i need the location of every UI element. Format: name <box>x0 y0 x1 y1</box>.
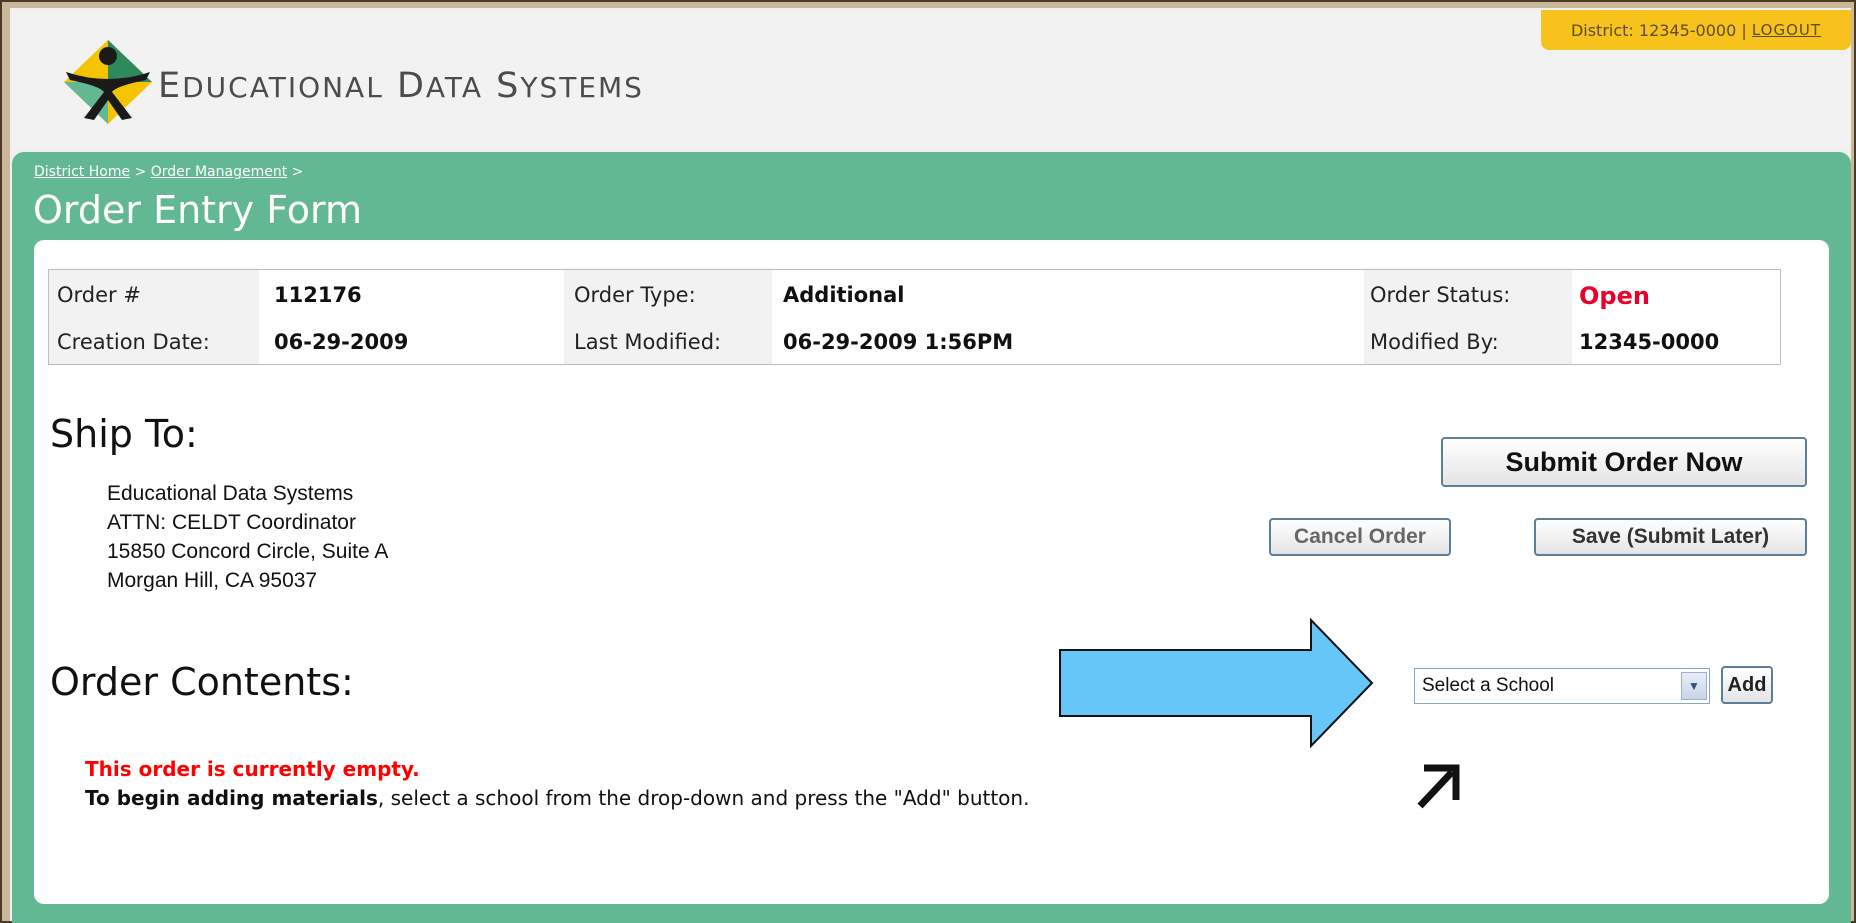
address-line: ATTN: CELDT Coordinator <box>107 511 356 534</box>
empty-order-warning: This order is currently empty. <box>85 757 420 781</box>
logout-link[interactable]: LOGOUT <box>1752 21 1821 39</box>
school-select-value: Select a School <box>1422 675 1555 696</box>
logo-text: EDUCATIONAL DATA SYSTEMS <box>158 66 644 106</box>
order-contents-title: Order Contents: <box>50 660 354 704</box>
order-type-value: Additional <box>783 283 905 307</box>
order-number-label: Order # <box>57 283 141 307</box>
order-type-label: Order Type: <box>574 283 696 307</box>
address-line: 15850 Concord Circle, Suite A <box>107 540 389 563</box>
breadcrumb-separator: > <box>134 164 147 180</box>
address-line: Educational Data Systems <box>107 482 354 505</box>
arrow-right-icon <box>1059 618 1374 748</box>
district-separator: | <box>1741 20 1747 40</box>
order-status-value: Open <box>1579 282 1650 310</box>
order-status-label: Order Status: <box>1370 283 1511 307</box>
page-title: Order Entry Form <box>33 188 362 232</box>
creation-date-label: Creation Date: <box>57 330 210 354</box>
modified-by-label: Modified By: <box>1370 330 1499 354</box>
ship-to-title: Ship To: <box>50 412 198 456</box>
cancel-order-button[interactable]: Cancel Order <box>1269 518 1451 556</box>
modified-by-value: 12345-0000 <box>1579 330 1720 354</box>
breadcrumb-separator: > <box>291 164 304 180</box>
arrow-up-right-icon <box>1417 764 1460 809</box>
district-label: District: 12345-0000 <box>1570 20 1737 40</box>
logo-icon <box>64 40 152 124</box>
school-select[interactable]: Select a School ▼ <box>1414 668 1710 704</box>
order-number-value: 112176 <box>274 283 362 307</box>
last-modified-value: 06-29-2009 1:56PM <box>783 330 1014 354</box>
empty-order-message: This order is currently empty. To begin … <box>85 755 1029 813</box>
order-info-table: Order # 112176 Order Type: Additional Or… <box>48 269 1781 365</box>
address-line: Morgan Hill, CA 95037 <box>107 569 318 592</box>
submit-order-button[interactable]: Submit Order Now <box>1441 437 1807 487</box>
breadcrumb: District Home > Order Management > <box>34 164 303 180</box>
add-school-button[interactable]: Add <box>1721 666 1773 704</box>
chevron-down-icon[interactable]: ▼ <box>1681 672 1707 700</box>
last-modified-label: Last Modified: <box>574 330 722 354</box>
district-tab: District: 12345-0000 | LOGOUT <box>1541 10 1851 50</box>
creation-date-value: 06-29-2009 <box>274 330 409 354</box>
save-submit-later-button[interactable]: Save (Submit Later) <box>1534 518 1807 556</box>
ship-to-address: Educational Data Systems ATTN: CELDT Coo… <box>107 479 388 595</box>
breadcrumb-district-home[interactable]: District Home <box>34 164 130 180</box>
empty-order-instruction: To begin adding materials, select a scho… <box>85 786 1030 810</box>
breadcrumb-order-management[interactable]: Order Management <box>151 164 287 180</box>
